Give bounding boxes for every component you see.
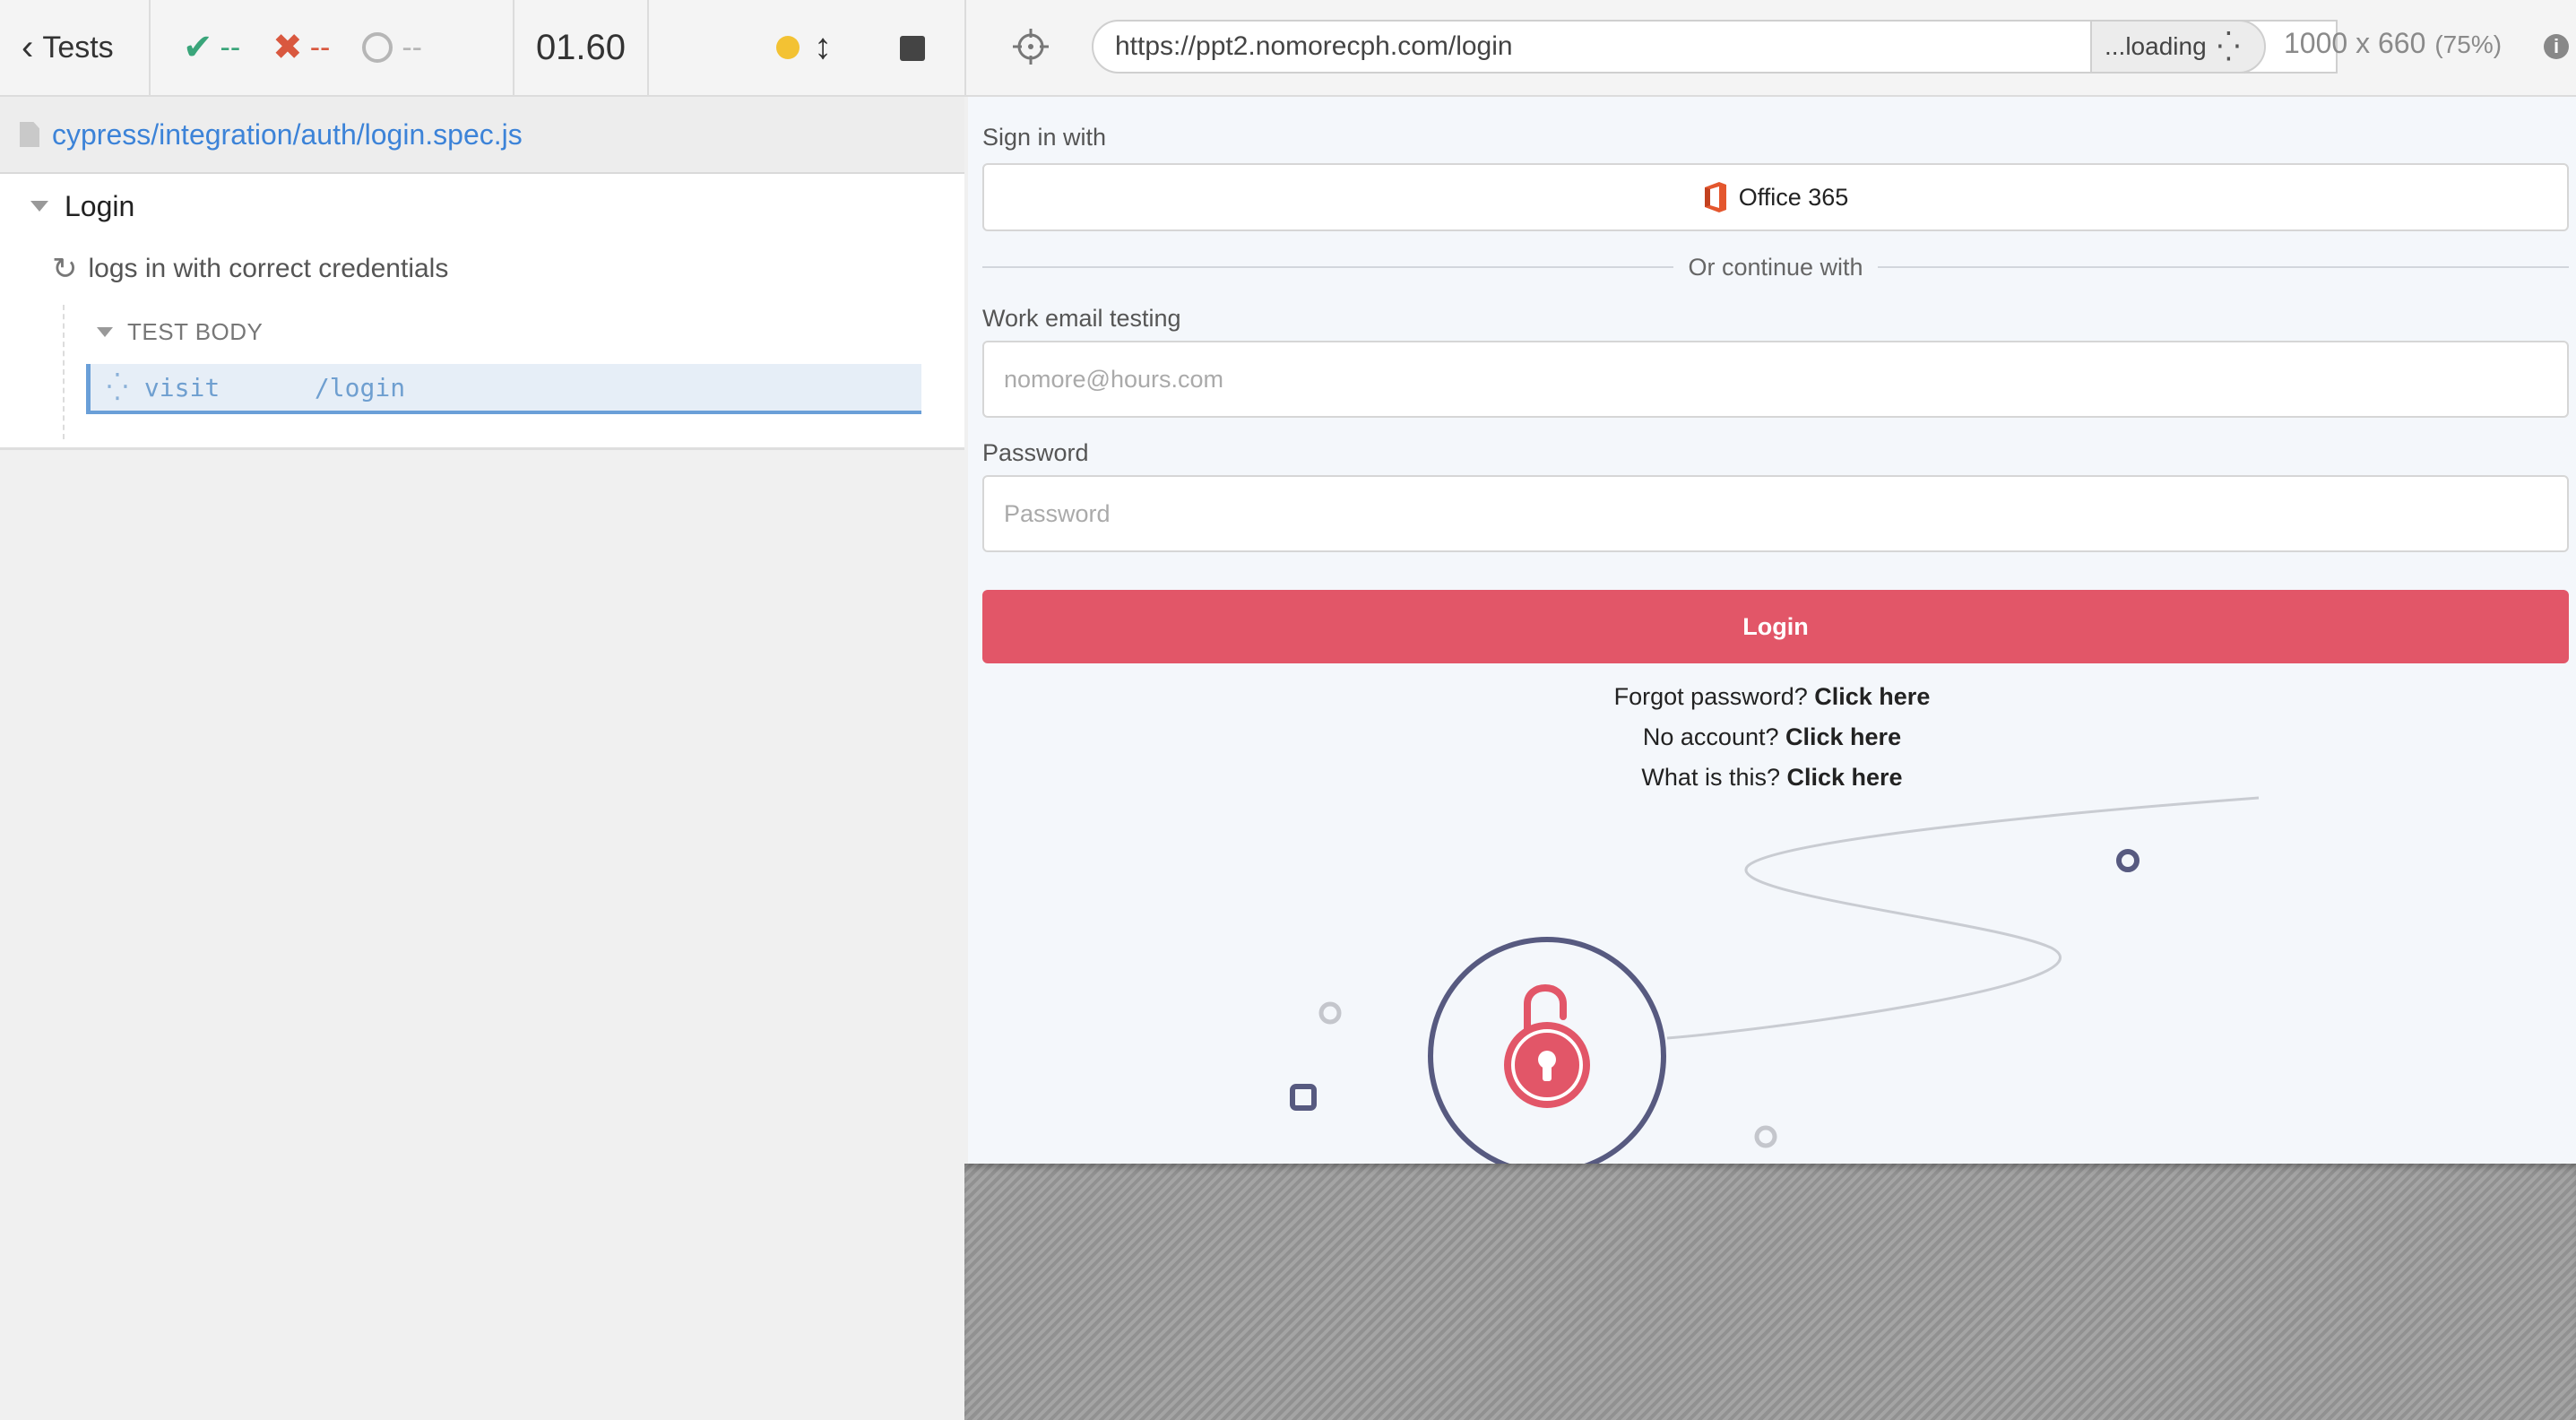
url-loading-indicator: ...loading ⁛ [2090,20,2266,74]
runnables-list: Login ↻ logs in with correct credentials… [0,174,964,450]
continue-divider: Or continue with [982,249,2569,285]
check-icon: ✔ [183,28,213,67]
info-icon[interactable]: i [2544,34,2569,59]
viewport-dimensions: 1000 x 660 [2284,27,2426,59]
failed-stat[interactable]: ✖ -- [272,27,330,68]
divider-text: Or continue with [1688,253,1863,281]
spec-path-link[interactable]: cypress/integration/auth/login.spec.js [52,118,523,152]
suite-title[interactable]: Login [30,186,134,226]
spinner-icon: ↻ [52,252,78,286]
no-account-line: No account? Click here [968,723,2576,751]
decor-square [1290,1084,1317,1111]
app-under-test: https://ppt2.nomorecph.com/login ...load… [964,0,2576,1420]
tests-label: Tests [42,30,114,65]
password-input[interactable]: Password [982,475,2569,552]
decor-ring [2116,849,2139,872]
stop-button[interactable] [900,36,925,61]
duration: 01.60 [514,0,649,95]
spec-bar: cypress/integration/auth/login.spec.js [0,97,964,174]
command-name: visit [143,372,220,403]
signup-link[interactable]: Click here [1785,723,1901,750]
what-is-this-text: What is this? [1641,764,1780,791]
stats-bar: ✔ -- ✖ -- -- [151,0,514,95]
spinner-icon: ⁛ [107,371,128,403]
padlock-inner-ring [1511,1029,1583,1101]
padlock-icon [1504,1022,1590,1108]
caret-down-icon [30,201,48,212]
forgot-password-text: Forgot password? [1613,683,1808,710]
email-input[interactable]: nomore@hours.com [982,341,2569,418]
app-iframe: Sign in with Office 365 Or continue with… [968,97,2576,1164]
caret-down-icon [97,326,113,337]
lock-shackle [1524,984,1567,1033]
viewport-size: 1000 x 660 (75%) [2284,27,2502,60]
crosshair-icon[interactable] [1011,27,1050,66]
keyhole-icon [1538,1051,1556,1069]
command-message: /login [314,372,406,403]
sign-in-with-label: Sign in with [982,124,1107,151]
pending-count: -- [402,30,422,65]
forgot-password-line: Forgot password? Click here [968,683,2576,711]
lock-circle [1428,937,1666,1164]
test-title[interactable]: ↻ logs in with correct credentials [52,249,448,289]
viewport-background [964,1164,2576,1420]
illustration-curve [1666,796,2260,1040]
what-is-this-line: What is this? Click here [968,764,2576,792]
url-bar: https://ppt2.nomorecph.com/login ...load… [964,0,2576,97]
pending-stat[interactable]: -- [362,30,422,65]
status-dot-icon [776,36,800,59]
command-row[interactable]: ⁛ visit /login [86,364,921,414]
reporter-header: ‹ Tests ✔ -- ✖ -- -- 01.60 ↕ [0,0,964,97]
passed-count: -- [220,30,241,65]
divider-line [1877,266,2569,268]
test-label: logs in with correct credentials [88,254,449,283]
email-label: Work email testing [982,305,1181,332]
spinner-icon: ⁛ [2217,30,2241,63]
reporter-panel: ‹ Tests ✔ -- ✖ -- -- 01.60 ↕ cypress/int… [0,0,964,1420]
passed-stat[interactable]: ✔ -- [183,27,240,68]
divider-line [982,266,1674,268]
failed-count: -- [309,30,331,65]
keyhole-slot [1543,1063,1552,1081]
suite-label: Login [65,189,135,222]
password-label: Password [982,439,1089,466]
office-logo-icon [1704,182,1726,212]
x-icon: ✖ [272,28,303,67]
chevron-left-icon: ‹ [22,27,34,67]
vertical-arrows-icon[interactable]: ↕ [814,27,832,67]
no-account-text: No account? [1642,723,1779,750]
file-icon [20,122,39,147]
hook-title: TEST BODY [127,317,264,345]
decor-ring [1754,1125,1777,1148]
office365-button[interactable]: Office 365 [982,163,2569,231]
office365-label: Office 365 [1738,183,1849,211]
command-visit[interactable]: ⁛ visit /login [86,364,921,414]
decor-ring [1318,1001,1342,1025]
login-button[interactable]: Login [982,590,2569,663]
loading-label: ...loading [2105,32,2207,60]
circle-outline-icon [362,32,393,63]
test-body-header[interactable]: TEST BODY [97,316,263,348]
viewport-scale: (75%) [2434,30,2503,58]
forgot-password-link[interactable]: Click here [1814,683,1930,710]
what-is-this-link[interactable]: Click here [1787,764,1903,791]
tests-back-button[interactable]: ‹ Tests [0,0,151,95]
